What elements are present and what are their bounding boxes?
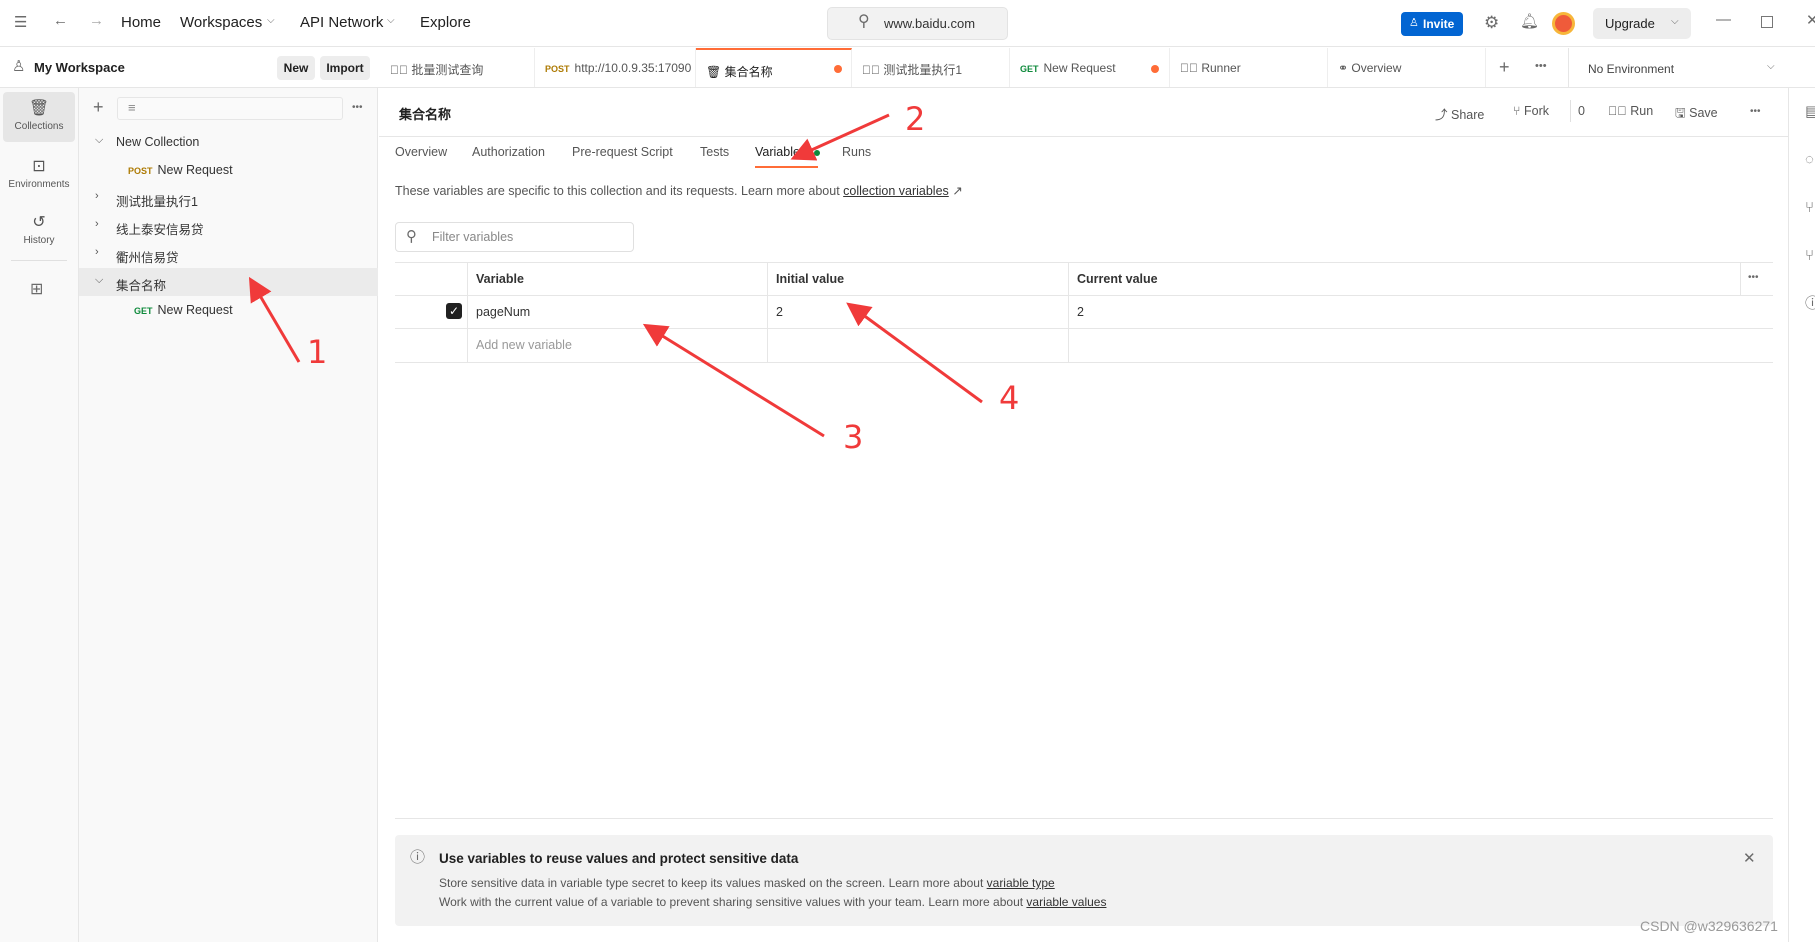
annotation-label-3: 3 [843,418,864,456]
annotation-label-1: 1 [307,333,328,371]
annotation-label-4: 4 [999,379,1020,417]
annotation-arrow-4 [846,302,983,404]
annotation-arrow-2 [790,113,890,161]
annotation-arrows [248,113,983,438]
annotation-arrow-1 [248,276,301,363]
annotation-label-2: 2 [905,100,926,138]
annotation-arrow-3 [642,323,825,438]
